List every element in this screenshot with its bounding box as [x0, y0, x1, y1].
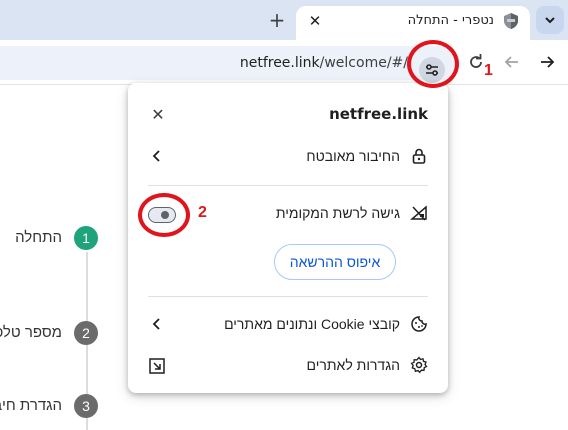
secure-connection-row[interactable]: החיבור מאובטח — [128, 139, 448, 175]
forward-arrow-icon[interactable] — [537, 52, 557, 72]
open-external-icon[interactable] — [148, 357, 166, 375]
chevron-left-icon — [152, 318, 160, 330]
shield-icon — [504, 13, 518, 29]
step-3-label[interactable]: הגדרת חיב — [0, 397, 62, 414]
annotation-number-1: 1 — [484, 62, 493, 79]
annotation-circle-2 — [138, 193, 190, 237]
url-text[interactable]: netfree.link/welcome/#/ — [240, 55, 408, 71]
tab-strip: + ✕ נטפרי - התחלה — [0, 0, 568, 40]
step-1-badge: 1 — [74, 226, 98, 250]
popup-close-button[interactable]: ✕ — [148, 105, 168, 125]
site-settings-label: הגדרות לאתרים — [306, 357, 400, 373]
new-tab-button[interactable]: + — [264, 8, 290, 34]
url-host: netfree.link — [239, 55, 320, 71]
annotation-number-2: 2 — [198, 204, 207, 221]
toolbar: netfree.link/welcome/#/ — [0, 40, 568, 84]
chevron-left-icon — [152, 150, 160, 162]
secure-connection-label: החיבור מאובטח — [306, 148, 400, 164]
lock-icon — [412, 148, 426, 164]
step-2-badge: 2 — [74, 321, 98, 345]
step-2-label[interactable]: מספר טלפ — [0, 324, 62, 341]
tab-title: נטפרי - התחלה — [407, 13, 494, 28]
step-3-badge: 3 — [74, 394, 98, 418]
cookie-icon — [411, 316, 427, 332]
url-path: /welcome/#/ — [319, 55, 408, 71]
cookies-label: קובצי Cookie ונתונים מאתרים — [224, 316, 400, 332]
popup-divider — [148, 185, 428, 186]
back-arrow-icon[interactable] — [502, 52, 522, 72]
gear-icon — [410, 356, 428, 374]
step-1-label[interactable]: התחלה — [15, 229, 62, 246]
reset-permissions-button[interactable]: איפוס ההרשאה — [274, 244, 396, 280]
local-network-label: גישה לרשת המקומית — [275, 205, 400, 221]
tab-search-button[interactable] — [536, 6, 564, 34]
active-tab[interactable]: ✕ נטפרי - התחלה — [296, 6, 530, 40]
cookies-row[interactable]: קובצי Cookie ונתונים מאתרים — [128, 307, 448, 343]
popup-divider — [148, 296, 428, 297]
tab-close-button[interactable]: ✕ — [304, 10, 326, 32]
annotation-circle-1 — [407, 40, 459, 88]
address-bar[interactable]: netfree.link/welcome/#/ — [0, 46, 460, 83]
popup-title: netfree.link — [329, 105, 428, 123]
reload-icon[interactable] — [466, 52, 486, 72]
site-info-popup: ✕ netfree.link החיבור מאובטח גישה לרשת ה… — [128, 83, 448, 393]
chevron-down-icon — [545, 17, 555, 24]
site-settings-row[interactable]: הגדרות לאתרים — [128, 348, 448, 384]
local-network-icon — [410, 205, 427, 221]
